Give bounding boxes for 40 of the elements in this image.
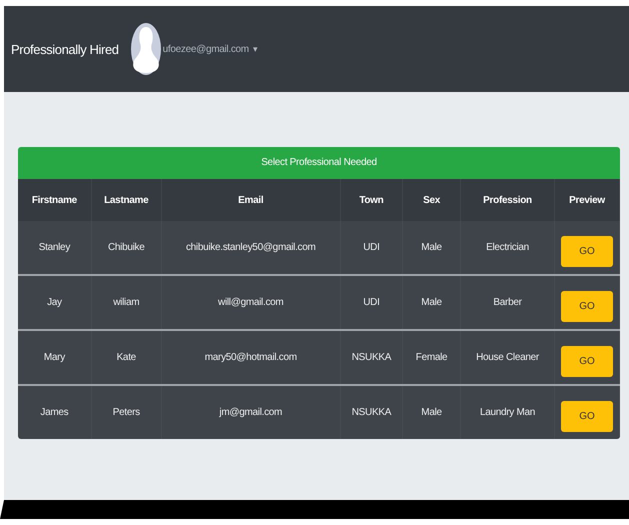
table-cell: Male <box>421 242 442 253</box>
table-cell: NSUKKA <box>352 407 392 418</box>
table-cell: House Cleaner <box>476 352 539 363</box>
column-header: Town <box>340 179 403 221</box>
table-cell: jm@gmail.com <box>219 407 282 418</box>
table-cell: NSUKKA <box>352 352 392 363</box>
table-cell: mary50@hotmail.com <box>204 352 297 363</box>
table-cell: wiliam <box>113 297 140 308</box>
table-cell: chibuike.stanley50@gmail.com <box>186 242 316 253</box>
table-cell: Kate <box>116 352 136 363</box>
table-cell: will@gmail.com <box>218 297 284 308</box>
table-cell: Peters <box>112 407 140 418</box>
table-cell: James <box>40 407 68 418</box>
go-button[interactable]: GO <box>560 236 613 267</box>
table-cell: Electrician <box>486 242 529 253</box>
table-cell: Male <box>421 297 442 308</box>
table-cell: Stanley <box>38 242 70 253</box>
column-header: Sex <box>402 179 461 221</box>
table-cell: Mary <box>44 352 65 363</box>
column-header: Profession <box>460 179 554 221</box>
table-title: Select Professional Needed <box>18 147 620 179</box>
table-cell: Chibuike <box>108 242 145 253</box>
table-cell: UDI <box>363 297 380 308</box>
table-cell: Jay <box>47 297 62 308</box>
go-button[interactable]: GO <box>560 401 613 432</box>
column-header: Firstname <box>18 179 92 221</box>
brand-title[interactable]: Professionally Hired <box>11 42 119 56</box>
dropdown-caret[interactable]: ▾ <box>252 44 258 54</box>
column-header: Email <box>161 179 340 221</box>
table-cell: Barber <box>493 297 522 308</box>
go-button[interactable]: GO <box>560 291 613 322</box>
table-cell: Laundry Man <box>480 407 536 418</box>
table-cell: UDI <box>363 242 380 253</box>
go-button[interactable]: GO <box>560 346 613 377</box>
avatar-icon[interactable] <box>130 23 161 75</box>
column-header: Lastname <box>91 179 162 221</box>
user-email[interactable]: ufoezee@gmail.com <box>162 44 249 54</box>
column-header: Preview <box>554 179 620 221</box>
table-cell: Male <box>421 407 442 418</box>
table-cell: Female <box>416 352 448 363</box>
